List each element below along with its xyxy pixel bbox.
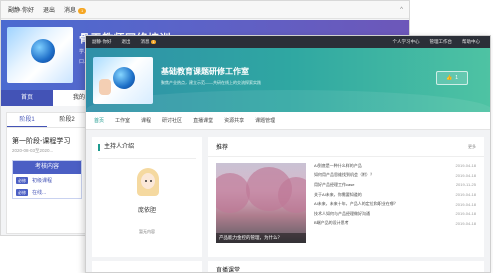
studio-banner: 基础教育课题研修工作室 聚焦产业热点，建立示范——共研在线上的交流探索实践 👍 … bbox=[86, 48, 490, 112]
stage-card: 阶段1 阶段2 第一阶段-课程学习 2020-08-03至2020... 考核内… bbox=[6, 112, 88, 234]
hand-graphic bbox=[99, 79, 111, 95]
nav-item-live[interactable]: 直播课堂 bbox=[193, 117, 213, 124]
front-logout-link[interactable]: 退出 bbox=[122, 39, 131, 45]
required-tag: 必修 bbox=[16, 176, 28, 184]
host-panel: 主持人介绍 庞依胆 暂无内容 bbox=[92, 137, 202, 257]
news-date: 2019-04-18 bbox=[455, 163, 476, 169]
recommend-title: 推荐 bbox=[216, 145, 229, 151]
stage-tabs: 阶段1 阶段2 bbox=[7, 113, 87, 128]
news-date: 2019-11-25 bbox=[455, 182, 476, 188]
recommend-featured-image[interactable]: 产品能力金控的管理，为什么？ bbox=[216, 163, 306, 243]
news-title: 用好产品经理工作case bbox=[314, 181, 355, 187]
link-help-center[interactable]: 帮助中心 bbox=[462, 39, 480, 45]
like-count: 1 bbox=[455, 75, 458, 81]
news-date: 2019-04-18 bbox=[455, 220, 476, 226]
news-title: AI未来，未来十年，产品人的定位和职业在哪？ bbox=[314, 201, 398, 207]
nav-item-resources[interactable]: 资源共享 bbox=[224, 117, 244, 124]
news-title: 如何用产品思维找到机会（附）？ bbox=[314, 172, 374, 178]
avatar bbox=[132, 164, 164, 198]
nav-item-home[interactable]: 首页 bbox=[94, 117, 104, 124]
link-admin-workbench[interactable]: 管理工作台 bbox=[430, 39, 453, 45]
list-item[interactable]: B端产品的设计思考 2019-04-18 bbox=[314, 219, 476, 229]
news-date: 2019-04-18 bbox=[455, 172, 476, 178]
nav-item-studio[interactable]: 工作室 bbox=[115, 117, 130, 124]
list-item[interactable]: 用好产品经理工作case 2019-11-25 bbox=[314, 180, 476, 190]
tree-blossom-shape bbox=[216, 173, 250, 213]
globe-icon bbox=[113, 67, 135, 89]
stage-date: 2020-08-03至2020... bbox=[12, 148, 54, 153]
avatar-eye bbox=[145, 180, 147, 182]
divider bbox=[98, 158, 196, 159]
bottom-left-panel bbox=[92, 261, 202, 272]
recommend-panel: 推荐 更多 产品能力金控的管理，为什么？ AI到底是一种什么样的产品 2019-0… bbox=[208, 137, 484, 257]
news-title: AI到底是一种什么样的产品 bbox=[314, 162, 362, 168]
like-button[interactable]: 👍 1 bbox=[436, 71, 468, 85]
front-topbar-links: 个人学习中心 管理工作台 帮助中心 bbox=[393, 39, 491, 45]
news-title: B端产品的设计思考 bbox=[314, 220, 349, 226]
news-title: 技术人如何与产品经理做好沟通 bbox=[314, 210, 370, 216]
exam-link-online[interactable]: 在线... bbox=[32, 189, 46, 196]
list-item[interactable]: 关于AI未来，你需要知道的 2019-04-18 bbox=[314, 190, 476, 200]
nav-item-community[interactable]: 研讨社区 bbox=[162, 117, 182, 124]
back-greeting: 副静·你好 bbox=[8, 8, 34, 14]
exam-title: 考核内容 bbox=[13, 161, 81, 174]
stage-title: 第一阶段-课程学习 bbox=[12, 138, 71, 145]
back-messages-label: 消息 bbox=[64, 8, 77, 14]
back-banner-image bbox=[7, 27, 73, 83]
list-item[interactable]: 技术人如何与产品经理做好沟通 2019-04-18 bbox=[314, 209, 476, 219]
required-tag: 必修 bbox=[16, 188, 28, 196]
studio-subtitle: 聚焦产业热点，建立示范——共研在线上的交流探索实践 bbox=[161, 80, 261, 85]
avatar-eye bbox=[150, 180, 152, 182]
news-date: 2019-04-18 bbox=[455, 192, 476, 198]
news-date: 2019-04-18 bbox=[455, 201, 476, 207]
live-panel: 直播课堂 bbox=[208, 261, 484, 273]
recommend-more-link[interactable]: 更多 bbox=[468, 144, 476, 150]
host-name: 庞依胆 bbox=[137, 208, 156, 214]
back-topbar: 副静·你好 退出 消息 1 ^ bbox=[1, 1, 409, 19]
thumbs-up-icon: 👍 bbox=[445, 75, 453, 81]
tab-stage-2[interactable]: 阶段2 bbox=[47, 113, 87, 127]
nav-item-courses[interactable]: 课程 bbox=[141, 117, 151, 124]
host-panel-title: 主持人介绍 bbox=[98, 144, 196, 151]
front-messages-label: 消息 bbox=[140, 39, 150, 44]
list-item[interactable]: AI未来，未来十年，产品人的定位和职业在哪？ 2019-04-18 bbox=[314, 199, 476, 209]
host-description: 暂无内容 bbox=[139, 229, 155, 234]
back-tab-home[interactable]: 首页 bbox=[1, 90, 53, 106]
avatar-face bbox=[141, 173, 155, 189]
tab-stage-1[interactable]: 阶段1 bbox=[7, 113, 47, 127]
exam-box: 考核内容 必修 初级课程 必修 在线... bbox=[12, 160, 82, 199]
foreground-window: 副静·你好 退出 消息 1 个人学习中心 管理工作台 帮助中心 基础教育课题研修工… bbox=[85, 35, 491, 273]
news-list: AI到底是一种什么样的产品 2019-04-18 如何用产品思维找到机会（附）？ 2… bbox=[314, 161, 476, 228]
back-messages-link[interactable]: 消息 1 bbox=[64, 5, 87, 14]
link-learning-center[interactable]: 个人学习中心 bbox=[393, 39, 420, 45]
studio-banner-image bbox=[93, 57, 153, 104]
globe-icon bbox=[31, 39, 55, 63]
tree-blossom-shape bbox=[278, 177, 306, 213]
recommend-header: 推荐 更多 bbox=[208, 137, 484, 157]
studio-title: 基础教育课题研修工作室 bbox=[161, 67, 249, 76]
list-item[interactable]: AI到底是一种什么样的产品 2019-04-18 bbox=[314, 161, 476, 171]
exam-link-basic-course[interactable]: 初级课程 bbox=[32, 177, 52, 184]
front-messages-link[interactable]: 消息 1 bbox=[141, 39, 157, 45]
nav-item-topics[interactable]: 课题管理 bbox=[255, 117, 275, 124]
front-topbar: 副静·你好 退出 消息 1 个人学习中心 管理工作台 帮助中心 bbox=[86, 36, 490, 48]
back-message-count-badge: 1 bbox=[78, 8, 87, 14]
live-panel-title: 直播课堂 bbox=[216, 268, 241, 273]
chevron-up-icon[interactable]: ^ bbox=[400, 7, 403, 13]
news-title: 关于AI未来，你需要知道的 bbox=[314, 191, 362, 197]
exam-row: 必修 初级课程 bbox=[13, 174, 81, 186]
list-item[interactable]: 如何用产品思维找到机会（附）？ 2019-04-18 bbox=[314, 171, 476, 181]
front-message-count-badge: 1 bbox=[150, 40, 157, 44]
front-greeting: 副静·你好 bbox=[92, 39, 112, 44]
back-logout-link[interactable]: 退出 bbox=[43, 5, 55, 14]
news-date: 2019-04-18 bbox=[455, 211, 476, 217]
exam-row: 必修 在线... bbox=[13, 186, 81, 198]
studio-nav: 首页 工作室 课程 研讨社区 直播课堂 资源共享 课题管理 bbox=[86, 112, 490, 130]
featured-image-caption: 产品能力金控的管理，为什么？ bbox=[216, 233, 306, 243]
